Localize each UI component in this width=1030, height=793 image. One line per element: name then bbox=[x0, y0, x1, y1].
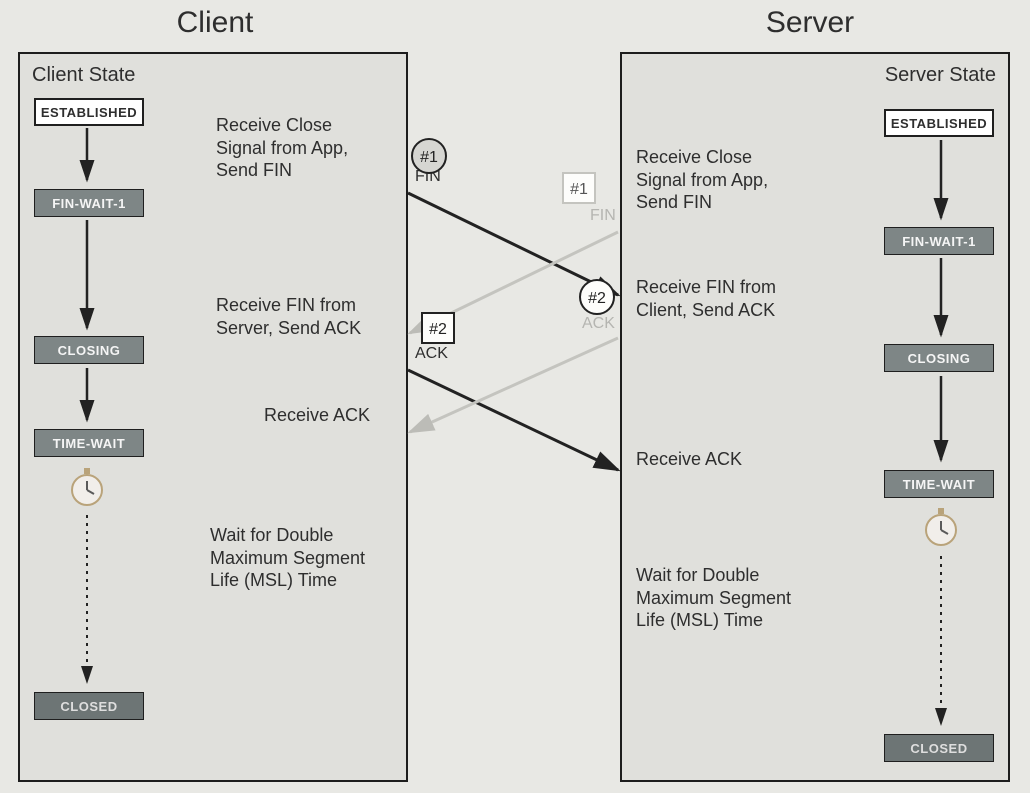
svg-text:#1: #1 bbox=[570, 181, 588, 198]
client-note-recvfin: Receive FIN from Server, Send ACK bbox=[216, 294, 361, 339]
mid-ack-client-label: ACK bbox=[415, 345, 448, 363]
marker-square-server-1: #1 bbox=[563, 173, 595, 203]
client-state-closing: CLOSING bbox=[34, 336, 144, 364]
svg-text:#2: #2 bbox=[429, 321, 447, 338]
mid-fin-server-label: FIN bbox=[590, 207, 616, 225]
server-note-sendfin: Receive Close Signal from App, Send FIN bbox=[636, 146, 768, 214]
client-note-wait: Wait for Double Maximum Segment Life (MS… bbox=[210, 524, 365, 592]
client-note-recvack: Receive ACK bbox=[264, 404, 370, 427]
server-state-heading: Server State bbox=[885, 64, 996, 87]
server-state-closed: CLOSED bbox=[884, 734, 994, 762]
server-note-wait: Wait for Double Maximum Segment Life (MS… bbox=[636, 564, 791, 632]
client-state-closed: CLOSED bbox=[34, 692, 144, 720]
server-panel: Server State ESTABLISHED FIN-WAIT-1 CLOS… bbox=[620, 52, 1010, 782]
client-panel: Client State ESTABLISHED FIN-WAIT-1 CLOS… bbox=[18, 52, 408, 782]
client-note-sendfin: Receive Close Signal from App, Send FIN bbox=[216, 114, 348, 182]
diagram-canvas: Client Server Client State ESTABLISHED F… bbox=[0, 0, 1030, 793]
client-state-heading: Client State bbox=[32, 64, 135, 87]
client-state-established: ESTABLISHED bbox=[34, 98, 144, 126]
marker-square-client-2: #2 bbox=[422, 313, 454, 343]
server-state-timewait: TIME-WAIT bbox=[884, 470, 994, 498]
server-state-closing: CLOSING bbox=[884, 344, 994, 372]
client-state-finwait1: FIN-WAIT-1 bbox=[34, 189, 144, 217]
client-title: Client bbox=[140, 6, 290, 40]
client-state-timewait: TIME-WAIT bbox=[34, 429, 144, 457]
marker-circle-server-2: #2 bbox=[580, 280, 614, 314]
mid-fin-client-label: FIN bbox=[415, 168, 441, 186]
server-note-recvfin: Receive FIN from Client, Send ACK bbox=[636, 276, 776, 321]
server-title: Server bbox=[735, 6, 885, 40]
svg-text:#2: #2 bbox=[588, 290, 606, 307]
server-note-recvack: Receive ACK bbox=[636, 448, 742, 471]
mid-ack-server-label: ACK bbox=[582, 315, 615, 333]
svg-text:#1: #1 bbox=[420, 149, 438, 166]
server-state-finwait1: FIN-WAIT-1 bbox=[884, 227, 994, 255]
server-state-established: ESTABLISHED bbox=[884, 109, 994, 137]
